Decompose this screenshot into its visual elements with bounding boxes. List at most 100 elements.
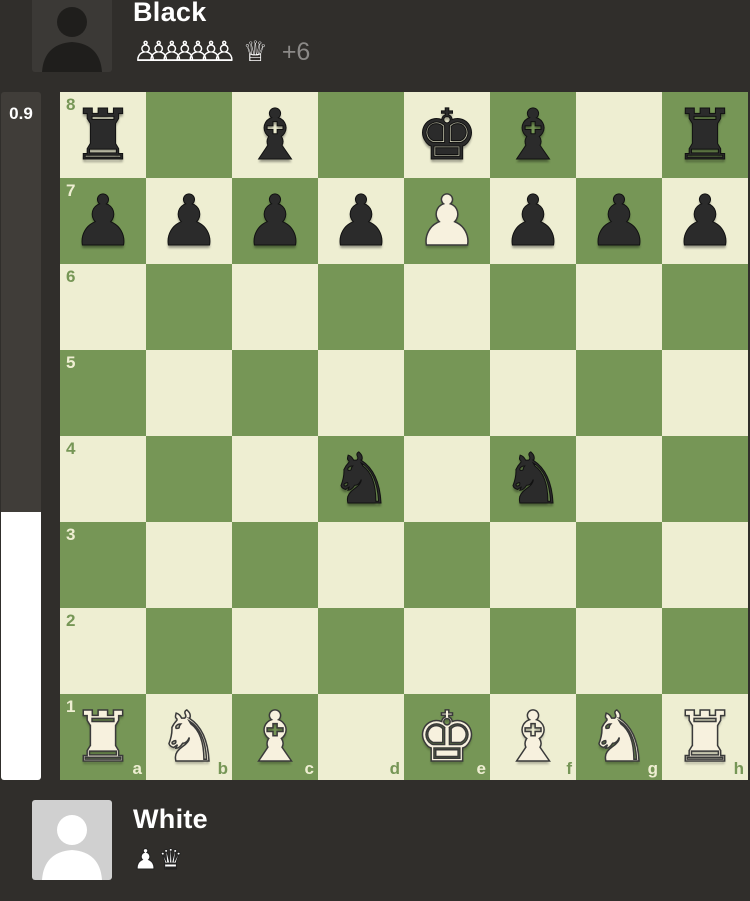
square-f1[interactable]: f ♝ [490, 694, 576, 780]
chess-board[interactable]: 8 ♜ ♝ ♚ ♝ ♜ 7 ♟ ♟ ♟ ♟ ♟ ♟ ♟ ♟ 6 5 4 ♞ ♞ 3 2 1 a ♜ b ♞ c ♝ d e ♚ f ♝ g ♞ h ♜ [60, 92, 748, 780]
square-g3[interactable] [576, 522, 662, 608]
square-c3[interactable] [232, 522, 318, 608]
white-knight-icon[interactable]: ♞ [576, 694, 662, 780]
black-bishop-icon[interactable]: ♝ [232, 92, 318, 178]
black-rook-icon[interactable]: ♜ [60, 92, 146, 178]
square-h8[interactable]: ♜ [662, 92, 748, 178]
black-king-icon[interactable]: ♚ [404, 92, 490, 178]
square-e6[interactable] [404, 264, 490, 350]
square-g1[interactable]: g ♞ [576, 694, 662, 780]
square-d3[interactable] [318, 522, 404, 608]
square-e2[interactable] [404, 608, 490, 694]
square-c1[interactable]: c ♝ [232, 694, 318, 780]
white-king-icon[interactable]: ♚ [404, 694, 490, 780]
square-c2[interactable] [232, 608, 318, 694]
black-knight-icon[interactable]: ♞ [490, 436, 576, 522]
square-c4[interactable] [232, 436, 318, 522]
rank-label: 5 [66, 353, 76, 372]
square-b5[interactable] [146, 350, 232, 436]
square-h6[interactable] [662, 264, 748, 350]
square-f6[interactable] [490, 264, 576, 350]
black-pawn-icon[interactable]: ♟ [318, 178, 404, 264]
file-label: d [389, 759, 400, 778]
square-d4[interactable]: ♞ [318, 436, 404, 522]
white-player-name[interactable]: White [133, 804, 208, 835]
square-a1[interactable]: 1 a ♜ [60, 694, 146, 780]
white-player-avatar[interactable] [32, 800, 112, 880]
square-g5[interactable] [576, 350, 662, 436]
captured-queen-icon: ♕ [242, 35, 268, 68]
square-h7[interactable]: ♟ [662, 178, 748, 264]
square-c8[interactable]: ♝ [232, 92, 318, 178]
square-d2[interactable] [318, 608, 404, 694]
black-pawn-icon[interactable]: ♟ [662, 178, 748, 264]
square-e5[interactable] [404, 350, 490, 436]
black-pawn-icon[interactable]: ♟ [232, 178, 318, 264]
square-h1[interactable]: h ♜ [662, 694, 748, 780]
white-bishop-icon[interactable]: ♝ [232, 694, 318, 780]
black-bishop-icon[interactable]: ♝ [490, 92, 576, 178]
white-pawn-icon[interactable]: ♟ [404, 178, 490, 264]
black-pawn-icon[interactable]: ♟ [146, 178, 232, 264]
square-g4[interactable] [576, 436, 662, 522]
square-h2[interactable] [662, 608, 748, 694]
white-bishop-icon[interactable]: ♝ [490, 694, 576, 780]
square-d8[interactable] [318, 92, 404, 178]
square-b8[interactable] [146, 92, 232, 178]
square-b2[interactable] [146, 608, 232, 694]
square-a7[interactable]: 7 ♟ [60, 178, 146, 264]
rank-label: 6 [66, 267, 76, 286]
black-pawn-icon[interactable]: ♟ [576, 178, 662, 264]
square-d7[interactable]: ♟ [318, 178, 404, 264]
square-d1[interactable]: d [318, 694, 404, 780]
square-g2[interactable] [576, 608, 662, 694]
square-f5[interactable] [490, 350, 576, 436]
square-a2[interactable]: 2 [60, 608, 146, 694]
square-e8[interactable]: ♚ [404, 92, 490, 178]
square-a3[interactable]: 3 [60, 522, 146, 608]
white-rook-icon[interactable]: ♜ [662, 694, 748, 780]
captured-pawns-icon: ♙♙♙♙♙♙♙ [133, 35, 237, 68]
evaluation-bar: 0.9 [1, 92, 41, 780]
square-f7[interactable]: ♟ [490, 178, 576, 264]
square-f2[interactable] [490, 608, 576, 694]
black-rook-icon[interactable]: ♜ [662, 92, 748, 178]
white-rook-icon[interactable]: ♜ [60, 694, 146, 780]
square-f4[interactable]: ♞ [490, 436, 576, 522]
white-knight-icon[interactable]: ♞ [146, 694, 232, 780]
square-a4[interactable]: 4 [60, 436, 146, 522]
square-d6[interactable] [318, 264, 404, 350]
square-b1[interactable]: b ♞ [146, 694, 232, 780]
square-d5[interactable] [318, 350, 404, 436]
square-g7[interactable]: ♟ [576, 178, 662, 264]
square-e1[interactable]: e ♚ [404, 694, 490, 780]
black-pawn-icon[interactable]: ♟ [60, 178, 146, 264]
square-b6[interactable] [146, 264, 232, 350]
square-g6[interactable] [576, 264, 662, 350]
square-g8[interactable] [576, 92, 662, 178]
square-f3[interactable] [490, 522, 576, 608]
square-a8[interactable]: 8 ♜ [60, 92, 146, 178]
square-f8[interactable]: ♝ [490, 92, 576, 178]
square-e7[interactable]: ♟ [404, 178, 490, 264]
square-h4[interactable] [662, 436, 748, 522]
black-player-name[interactable]: Black [133, 0, 207, 28]
square-h3[interactable] [662, 522, 748, 608]
square-a6[interactable]: 6 [60, 264, 146, 350]
square-b7[interactable]: ♟ [146, 178, 232, 264]
square-b4[interactable] [146, 436, 232, 522]
user-silhouette-icon [42, 7, 102, 72]
square-a5[interactable]: 5 [60, 350, 146, 436]
square-h5[interactable] [662, 350, 748, 436]
square-c5[interactable] [232, 350, 318, 436]
black-knight-icon[interactable]: ♞ [318, 436, 404, 522]
square-e3[interactable] [404, 522, 490, 608]
square-b3[interactable] [146, 522, 232, 608]
rank-label: 2 [66, 611, 76, 630]
black-captured-pieces: ♙♙♙♙♙♙♙ ♕ +6 [133, 34, 310, 70]
square-c7[interactable]: ♟ [232, 178, 318, 264]
square-c6[interactable] [232, 264, 318, 350]
black-player-avatar[interactable] [32, 0, 112, 72]
black-pawn-icon[interactable]: ♟ [490, 178, 576, 264]
square-e4[interactable] [404, 436, 490, 522]
